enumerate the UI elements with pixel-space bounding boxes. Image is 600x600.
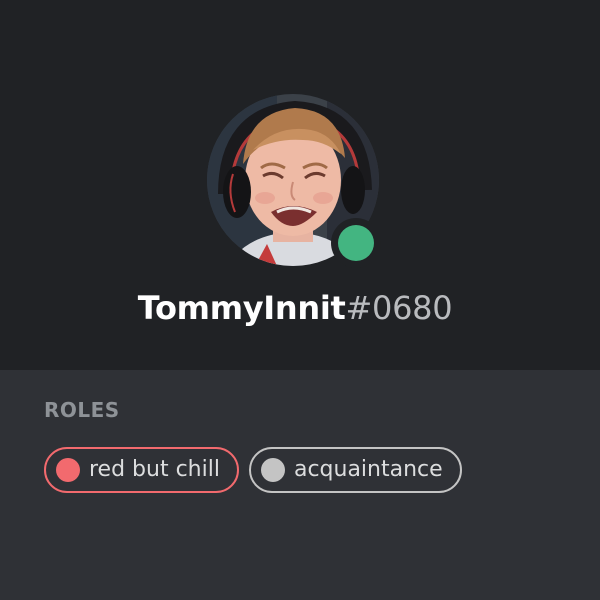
role-label: red but chill	[89, 457, 220, 482]
role-pill-acquaintance[interactable]: acquaintance	[248, 447, 462, 493]
status-indicator	[331, 218, 381, 268]
user-profile-popout: TommyInnit#0680 ROLES red but chill acqu…	[0, 0, 600, 600]
role-label: acquaintance	[293, 457, 443, 482]
username-tag[interactable]: TommyInnit#0680	[0, 286, 590, 330]
roles-heading: ROLES	[44, 398, 120, 422]
username: TommyInnit	[137, 289, 346, 327]
role-pill-red-but-chill[interactable]: red but chill	[44, 447, 239, 493]
role-color-dot-icon	[56, 458, 80, 482]
role-list: red but chill acquaintance	[44, 447, 462, 493]
role-color-dot-icon	[260, 458, 285, 482]
discriminator: #0680	[345, 289, 453, 327]
avatar-container[interactable]	[207, 94, 381, 268]
online-status-icon	[338, 225, 374, 261]
profile-header: TommyInnit#0680	[0, 0, 600, 370]
